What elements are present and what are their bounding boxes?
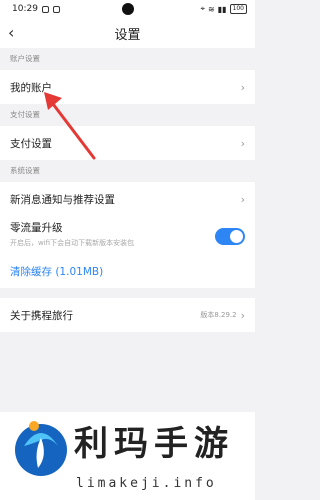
chevron-right-icon: › [240,136,245,150]
watermark-url: limakeji.info [76,476,217,491]
back-arrow-icon[interactable]: ‹ [8,23,14,42]
section-header-system: 系统设置 [0,160,255,182]
location-icon: ⌖ [200,4,206,13]
nav-bar: ‹ 设置 [0,18,255,48]
notification-app-icon [41,5,49,13]
clear-cache-button[interactable]: 清除缓存 (1.01MB) [0,254,255,288]
my-account-row[interactable]: 我的账户 › [0,70,255,104]
watermark-banner: 利玛手游 limakeji.info [0,412,255,500]
section-header-payment: 支付设置 [0,104,255,126]
toggle-knob [230,230,243,243]
chevron-right-icon: › [240,80,245,94]
watermark-title: 利玛手游 [74,424,234,464]
clear-cache-label: 清除缓存 (1.01MB) [10,265,104,278]
zero-traffic-label: 零流量升级 [10,222,63,234]
signal-icon: ▮▮ [217,4,227,14]
notification-settings-label: 新消息通知与推荐设置 [10,193,115,206]
status-time: 10:29 [12,4,38,14]
payment-settings-row[interactable]: 支付设置 › [0,126,255,160]
camera-cutout [122,3,134,15]
watermark-logo-icon [15,421,67,476]
page-title: 设置 [114,27,141,43]
zero-traffic-upgrade-row: 零流量升级 开启后，wifi下会自动下载新版本安装包 [0,216,255,254]
battery-icon: 100 [229,4,247,14]
about-row[interactable]: 关于携程旅行 版本8.29.2 › [0,298,255,332]
chevron-right-icon: › [240,192,245,206]
chevron-right-icon: › [240,308,245,322]
version-text: 版本8.29.2 [200,311,237,319]
section-header-account: 账户设置 [0,48,255,70]
about-label: 关于携程旅行 [10,309,73,322]
zero-traffic-hint: 开启后，wifi下会自动下载新版本安装包 [10,239,135,247]
annotation-arrow [44,92,96,160]
zero-traffic-toggle[interactable] [215,228,245,245]
notification-app-icon-2 [52,5,60,13]
wifi-icon: ≋ [208,4,215,14]
notification-settings-row[interactable]: 新消息通知与推荐设置 › [0,182,255,216]
